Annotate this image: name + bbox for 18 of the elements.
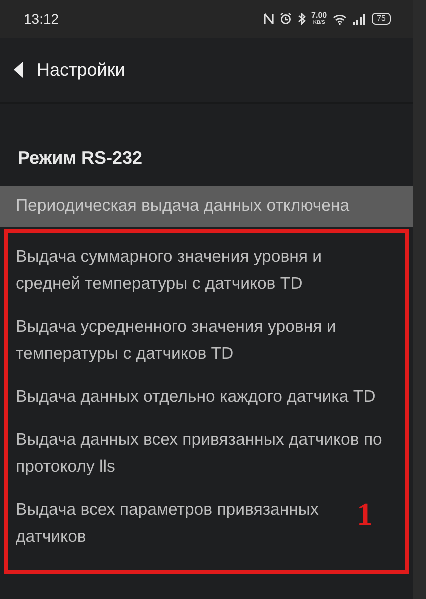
- signal-icon: [353, 14, 366, 24]
- option-item[interactable]: Выдача усредненного значения уровня и температуры с датчиков TD: [8, 305, 386, 375]
- nfc-icon: [264, 13, 274, 25]
- section-title: Режим RS-232: [18, 147, 143, 170]
- option-item[interactable]: Выдача всех параметров привязанных датчиков: [8, 488, 346, 558]
- option-item[interactable]: Выдача данных всех привязанных датчиков по протоколу lls: [8, 418, 386, 488]
- alarm-icon: [280, 13, 292, 25]
- option-item[interactable]: Выдача данных отдельно каждого датчика TD: [8, 375, 376, 418]
- battery-indicator: 75: [372, 13, 391, 25]
- wifi-icon: [333, 14, 348, 24]
- option-item[interactable]: Периодическая выдача данных отключена: [0, 186, 413, 227]
- status-time: 13:12: [24, 11, 60, 27]
- option-item[interactable]: Выдача суммарного значения уровня и средней температуры с датчиков TD: [8, 235, 386, 305]
- annotation-number: 1: [357, 498, 373, 530]
- back-icon: [14, 62, 23, 78]
- back-button[interactable]: [14, 62, 23, 78]
- header-title: Настройки: [37, 60, 126, 80]
- bluetooth-icon: [298, 13, 306, 25]
